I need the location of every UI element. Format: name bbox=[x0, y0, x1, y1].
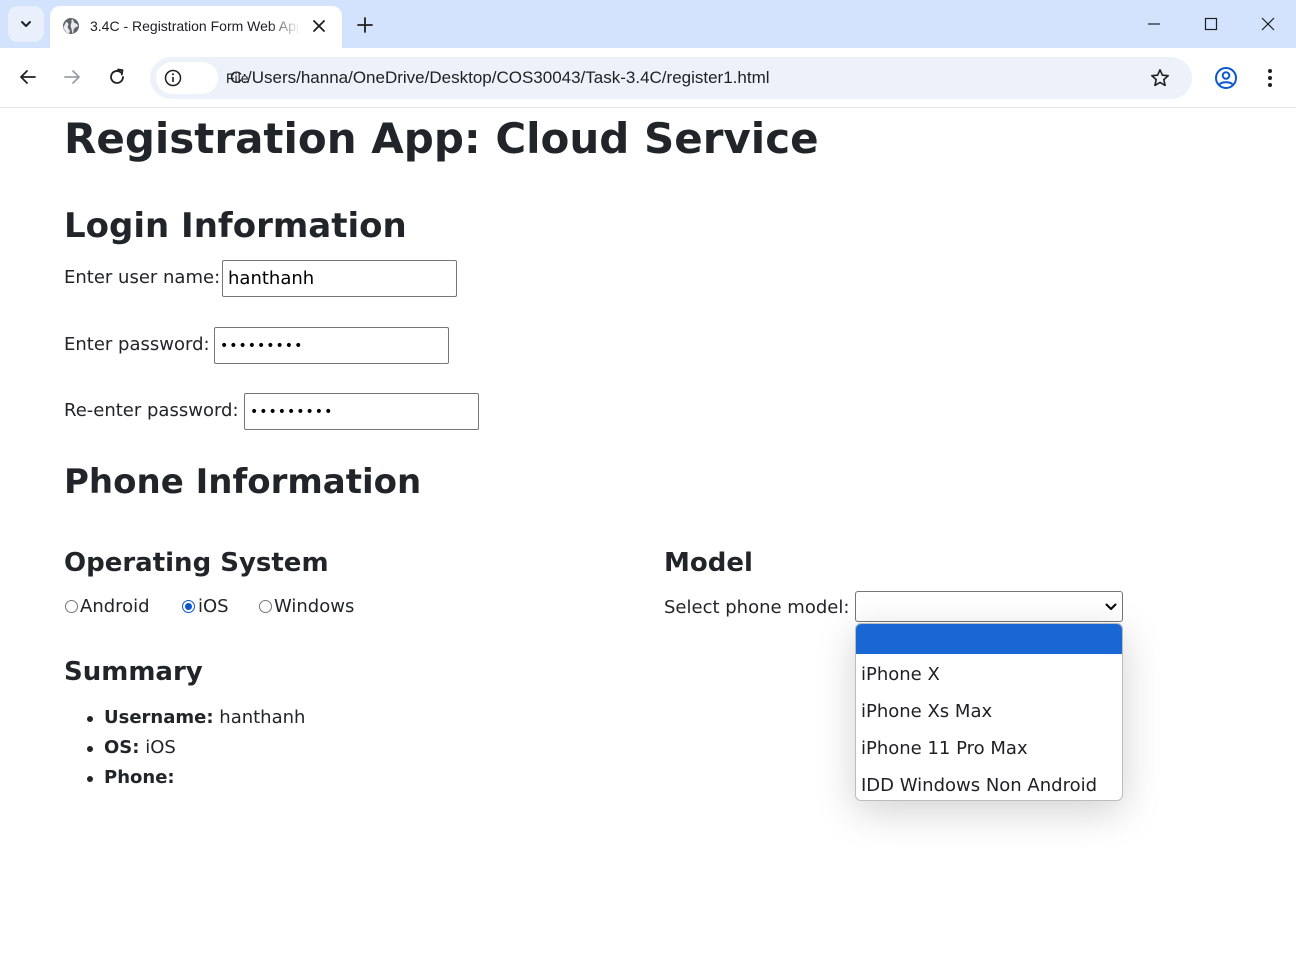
plus-icon bbox=[357, 17, 373, 33]
maximize-button[interactable] bbox=[1197, 10, 1225, 38]
repassword-label: Re-enter password: bbox=[64, 400, 239, 421]
chevron-down-icon bbox=[21, 21, 31, 27]
site-info-chip[interactable]: File bbox=[156, 62, 249, 94]
repassword-input[interactable]: ••••••••• bbox=[244, 393, 479, 430]
os-radio-windows[interactable] bbox=[259, 600, 272, 613]
model-label: Select phone model: bbox=[664, 597, 850, 618]
model-option-iphone-x[interactable]: iPhone X bbox=[856, 659, 1122, 689]
account-icon bbox=[1215, 67, 1237, 89]
model-option-windows[interactable]: IDD Windows Non Android bbox=[856, 770, 1122, 800]
tab-search-button[interactable] bbox=[8, 6, 44, 42]
model-option-iphone-xs-max[interactable]: iPhone Xs Max bbox=[856, 696, 1122, 726]
phone-model-dropdown: iPhone X iPhone Xs Max iPhone 11 Pro Max… bbox=[855, 623, 1123, 801]
phone-heading: Phone Information bbox=[64, 462, 422, 502]
close-icon bbox=[313, 20, 325, 32]
profile-button[interactable] bbox=[1212, 64, 1240, 92]
more-vertical-icon bbox=[1268, 69, 1272, 87]
page-title: Registration App: Cloud Service bbox=[64, 114, 819, 163]
summary-os: OS: iOS bbox=[87, 737, 176, 758]
login-heading: Login Information bbox=[64, 206, 407, 246]
os-heading: Operating System bbox=[64, 548, 329, 578]
summary-username-value: hanthanh bbox=[219, 707, 306, 728]
arrow-right-icon bbox=[64, 70, 80, 84]
url-text[interactable]: C:/Users/hanna/OneDrive/Desktop/COS30043… bbox=[230, 68, 770, 88]
new-tab-button[interactable] bbox=[352, 12, 378, 38]
forward-button[interactable] bbox=[57, 62, 87, 92]
browser-tab-strip: 3.4C - Registration Form Web App bbox=[0, 0, 1296, 48]
back-button[interactable] bbox=[13, 62, 43, 92]
summary-heading: Summary bbox=[64, 657, 203, 687]
model-option-blank[interactable] bbox=[856, 624, 1122, 654]
os-radio-ios[interactable] bbox=[182, 600, 195, 613]
phone-model-select[interactable] bbox=[855, 591, 1123, 622]
arrow-left-icon bbox=[20, 70, 36, 84]
address-bar[interactable]: File C:/Users/hanna/OneDrive/Desktop/COS… bbox=[150, 57, 1192, 99]
model-heading: Model bbox=[664, 548, 753, 578]
browser-tab[interactable]: 3.4C - Registration Form Web App bbox=[50, 6, 342, 48]
browser-toolbar: File C:/Users/hanna/OneDrive/Desktop/COS… bbox=[0, 48, 1296, 108]
os-radio-android[interactable] bbox=[65, 600, 78, 613]
summary-phone-key: Phone: bbox=[104, 767, 175, 788]
os-label-ios[interactable]: iOS bbox=[198, 596, 229, 617]
tab-close-button[interactable] bbox=[308, 15, 330, 37]
summary-username-key: Username: bbox=[104, 707, 214, 728]
chevron-down-icon bbox=[1105, 603, 1117, 610]
tab-title: 3.4C - Registration Form Web App bbox=[90, 18, 300, 34]
reload-icon bbox=[110, 68, 124, 84]
star-icon bbox=[1151, 69, 1169, 87]
page-content: Registration App: Cloud Service Login In… bbox=[0, 108, 1296, 965]
os-label-windows[interactable]: Windows bbox=[274, 596, 354, 617]
bookmark-button[interactable] bbox=[1148, 66, 1172, 90]
globe-icon bbox=[63, 18, 79, 34]
username-input[interactable]: hanthanh bbox=[222, 260, 457, 297]
close-icon bbox=[1261, 17, 1275, 31]
summary-os-key: OS: bbox=[104, 737, 140, 758]
summary-username: Username: hanthanh bbox=[86, 707, 306, 728]
password-input[interactable]: ••••••••• bbox=[214, 327, 449, 364]
close-window-button[interactable] bbox=[1254, 10, 1282, 38]
minimize-icon bbox=[1148, 23, 1160, 25]
info-icon bbox=[164, 69, 182, 87]
reload-button[interactable] bbox=[102, 62, 132, 92]
username-label: Enter user name: bbox=[64, 267, 221, 288]
summary-os-value: iOS bbox=[145, 737, 176, 758]
maximize-icon bbox=[1204, 17, 1218, 31]
password-label: Enter password: bbox=[64, 334, 210, 355]
os-label-android[interactable]: Android bbox=[80, 596, 150, 617]
summary-phone: Phone: bbox=[87, 767, 175, 788]
minimize-button[interactable] bbox=[1140, 10, 1168, 38]
browser-menu-button[interactable] bbox=[1258, 64, 1282, 92]
model-option-iphone-11-pro-max[interactable]: iPhone 11 Pro Max bbox=[856, 733, 1122, 763]
